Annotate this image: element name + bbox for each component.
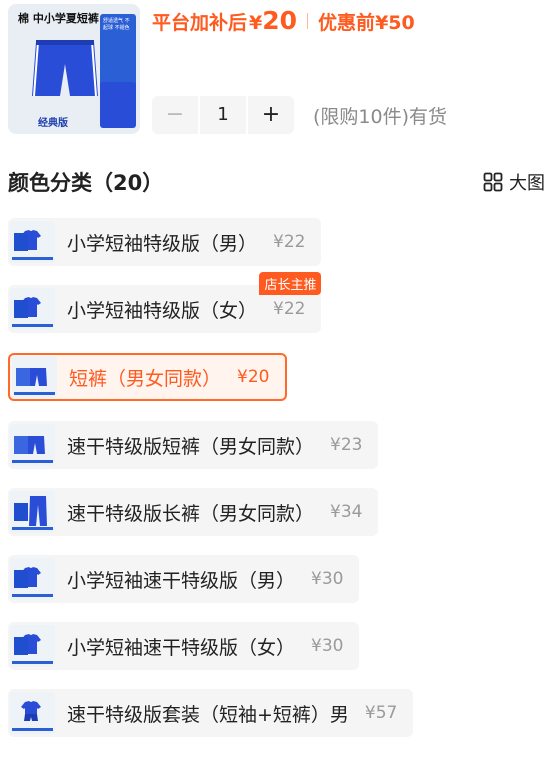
option-name: 速干特级版套装（短袖+短裤）男: [67, 703, 349, 726]
color-option[interactable]: 小学短袖速干特级版（男） ¥30: [8, 555, 360, 603]
option-thumbnail: [10, 558, 55, 600]
purchase-limit-stock: (限购10件)有货: [313, 106, 448, 128]
price-after-label: 平台加补后: [152, 12, 248, 34]
recommended-badge: 店长主推: [259, 272, 322, 295]
price-before-value: ¥50: [375, 12, 415, 34]
fabric-swatch: [14, 637, 28, 655]
thumbnail-caption-bar: [12, 460, 53, 463]
thumbnail-caption-bar: [12, 257, 53, 260]
price-before-label: 优惠前: [318, 12, 376, 34]
fabric-swatch: [14, 570, 28, 588]
large-image-view-label: 大图: [509, 173, 545, 194]
option-name: 速干特级版短裤（男女同款）: [67, 435, 315, 458]
price-after-symbol: ¥: [249, 12, 263, 34]
color-option[interactable]: 小学短袖速干特级版（女） ¥30: [8, 622, 360, 670]
product-image-label: 经典版: [38, 118, 68, 129]
large-image-view-toggle[interactable]: 大图: [483, 169, 545, 195]
thumbnail-caption-bar: [14, 392, 55, 395]
fabric-swatch: [14, 503, 28, 521]
option-price: ¥20: [237, 367, 270, 387]
price-line: 平台加补后 ¥ 20 优惠前 ¥50: [152, 6, 415, 35]
product-image-title: 棉 中小学夏短裤: [18, 12, 99, 25]
color-option[interactable]: 速干特级版长裤（男女同款） ¥34: [8, 488, 379, 536]
option-price: ¥23: [330, 435, 363, 455]
option-thumbnail: [12, 356, 57, 398]
product-image[interactable]: 棉 中小学夏短裤 舒适透气 不起球 不褪色 经典版: [8, 4, 140, 134]
option-price: ¥34: [330, 502, 363, 522]
option-thumbnail: [10, 288, 55, 330]
option-thumbnail: [10, 424, 55, 466]
fabric-swatch: [14, 436, 28, 454]
option-name: 速干特级版长裤（男女同款）: [67, 502, 315, 525]
option-thumbnail: [10, 625, 55, 667]
grid-icon: [483, 172, 503, 192]
thumbnail-caption-bar: [12, 728, 53, 731]
thumbnail-caption-bar: [12, 661, 53, 664]
option-price: ¥22: [273, 299, 306, 319]
option-thumbnail: [10, 491, 55, 533]
option-thumbnail: [10, 692, 55, 734]
fabric-swatch: [100, 82, 136, 128]
shorts-illustration: [32, 40, 98, 97]
quantity-stepper: − 1 +: [152, 96, 294, 134]
product-image-info-text: 舒适透气 不起球 不褪色: [103, 18, 130, 31]
set-icon: [21, 701, 41, 721]
fabric-swatch: [14, 233, 28, 251]
price-divider: [307, 12, 309, 29]
option-name: 小学短袖特级版（男）: [67, 232, 258, 255]
quantity-input[interactable]: 1: [198, 96, 248, 134]
option-price: ¥57: [364, 703, 398, 723]
price-after-value: 20: [262, 6, 298, 35]
option-price: ¥30: [311, 569, 344, 589]
thumbnail-caption-bar: [12, 594, 53, 597]
option-price: ¥30: [311, 636, 344, 656]
option-price: ¥22: [273, 232, 306, 252]
color-category-title: 颜色分类（20）: [8, 171, 164, 195]
thumbnail-caption-bar: [12, 324, 53, 327]
fabric-swatch: [14, 300, 28, 318]
increase-quantity-button[interactable]: +: [248, 96, 294, 134]
thumbnail-caption-bar: [12, 527, 53, 530]
fabric-swatch: [16, 368, 30, 386]
option-name: 小学短袖速干特级版（男）: [67, 569, 296, 592]
pants-icon: [29, 496, 47, 526]
color-option[interactable]: 短裤（男女同款） ¥20: [8, 353, 288, 401]
decrease-quantity-button[interactable]: −: [152, 96, 198, 134]
option-thumbnail: [10, 221, 55, 263]
option-name: 小学短袖速干特级版（女）: [67, 636, 296, 659]
color-option[interactable]: 小学短袖特级版（女） ¥22 店长主推: [8, 272, 322, 333]
color-option[interactable]: 速干特级版短裤（男女同款） ¥23: [8, 421, 379, 469]
color-option[interactable]: 小学短袖特级版（男） ¥22: [8, 218, 322, 266]
option-name: 小学短袖特级版（女）: [67, 299, 258, 322]
option-name: 短裤（男女同款）: [69, 367, 222, 390]
color-option[interactable]: 速干特级版套装（短袖+短裤）男 ¥57: [8, 689, 414, 737]
